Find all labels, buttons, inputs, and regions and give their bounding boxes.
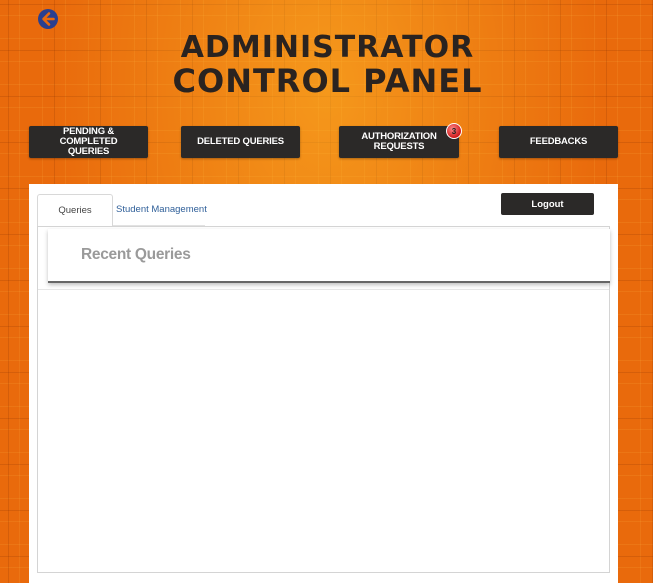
recent-queries-header: Recent Queries [48,229,610,283]
pending-completed-queries-label: PENDING & COMPLETED QUERIES [59,126,118,157]
tab-student-management[interactable]: Student Management [116,204,207,215]
feedbacks-label: FEEDBACKS [529,136,588,147]
pending-completed-queries-button[interactable]: PENDING & COMPLETED QUERIES [29,126,148,158]
tab-queries[interactable]: Queries [37,194,113,226]
authorization-requests-button[interactable]: AUTHORIZATION REQUESTS [339,126,459,158]
logout-button[interactable]: Logout [501,193,594,215]
recent-queries-title: Recent Queries [81,246,191,263]
back-button[interactable] [37,8,59,30]
authorization-requests-label: AUTHORIZATION REQUESTS [361,131,437,152]
deleted-queries-button[interactable]: DELETED QUERIES [181,126,300,158]
content-divider [38,289,609,290]
deleted-queries-label: DELETED QUERIES [197,136,284,147]
arrow-left-circle-icon [38,9,58,29]
authorization-count-badge: 3 [446,123,462,139]
page-title-line2: CONTROL PANEL [172,62,483,100]
queries-content: Recent Queries [37,226,610,573]
feedbacks-button[interactable]: FEEDBACKS [499,126,618,158]
page-title-line1: ADMINISTRATOR [180,30,475,65]
main-panel: Queries Student Management Logout Recent… [29,184,618,583]
